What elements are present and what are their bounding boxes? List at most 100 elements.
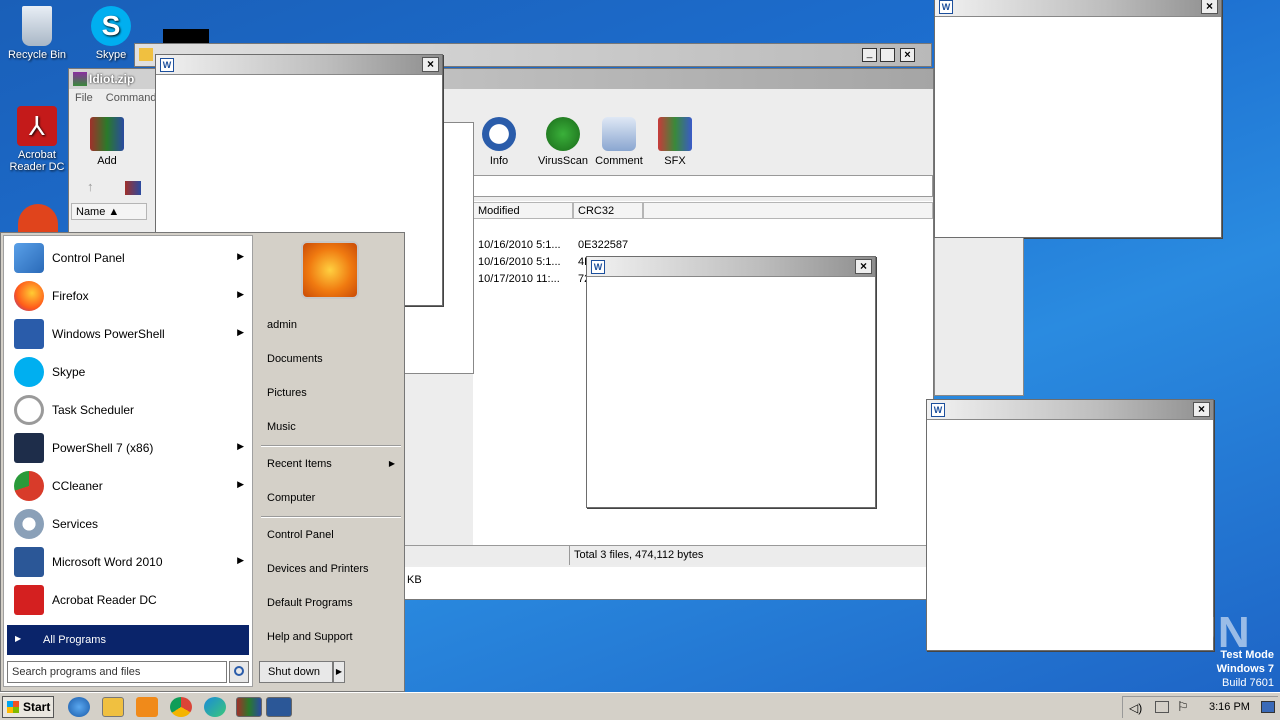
maximize-button[interactable] [880, 48, 895, 62]
user-avatar[interactable] [301, 241, 359, 299]
close-icon[interactable]: × [1193, 402, 1210, 417]
start-label: Start [23, 700, 51, 714]
column-name[interactable]: Name ▲ [71, 203, 147, 220]
show-desktop-icon[interactable] [1261, 701, 1275, 713]
sm-right-devices-printers[interactable]: Devices and Printers [267, 563, 401, 575]
chevron-right-icon: ▶ [237, 289, 244, 299]
sm-item-label: CCleaner [52, 479, 103, 493]
info-button[interactable]: Info [469, 117, 529, 167]
all-programs-label: All Programs [43, 634, 106, 646]
search-icon[interactable] [229, 661, 249, 683]
flag-icon[interactable]: ⚐ [1177, 699, 1189, 715]
row-3-modified[interactable]: 10/17/2010 11:... [478, 273, 560, 285]
virusscan-button[interactable]: VirusScan [533, 117, 593, 167]
status-bar: Total 3 files, 474,112 bytes [405, 545, 935, 565]
menu-file[interactable]: File [75, 92, 93, 104]
row-2-modified[interactable]: 10/16/2010 5:1... [478, 256, 561, 268]
sm-right-default-programs[interactable]: Default Programs [267, 597, 401, 609]
sfx-icon [658, 117, 692, 151]
column-crc32[interactable]: CRC32 [573, 202, 643, 219]
shutdown-button[interactable]: Shut down [259, 661, 333, 683]
media-player-taskbar-icon[interactable] [136, 697, 158, 717]
sm-right-admin[interactable]: admin [267, 319, 401, 331]
sm-right-documents[interactable]: Documents [267, 353, 401, 365]
path-bar[interactable] [453, 175, 933, 197]
up-arrow-icon[interactable]: ↑ [87, 179, 94, 194]
close-icon[interactable]: × [422, 57, 439, 72]
close-icon[interactable]: × [900, 48, 915, 62]
row-1-crc[interactable]: 0E322587 [578, 239, 628, 251]
sm-item-firefox[interactable]: Firefox ▶ [10, 278, 250, 314]
sm-right-recent-items[interactable]: Recent Items ▶ [267, 458, 401, 470]
start-search-input[interactable]: Search programs and files [7, 661, 227, 683]
ie-taskbar-icon[interactable] [68, 697, 90, 717]
sm-item-acrobat[interactable]: Acrobat Reader DC [10, 582, 250, 618]
sm-item-skype[interactable]: Skype [10, 354, 250, 390]
close-icon[interactable]: × [1201, 0, 1218, 14]
comment-button[interactable]: Comment [589, 117, 649, 167]
sfx-button[interactable]: SFX [645, 117, 705, 167]
clock[interactable]: 3:16 PM [1209, 701, 1250, 713]
recycle-bin-icon [22, 6, 52, 46]
sm-item-powershell-7[interactable]: PowerShell 7 (x86) ▶ [10, 430, 250, 466]
separator [261, 445, 401, 447]
speaker-icon[interactable]: ◁) [1129, 701, 1142, 715]
sm-item-word[interactable]: Microsoft Word 2010 ▶ [10, 544, 250, 580]
popup-titlebar[interactable]: W × [927, 400, 1213, 420]
sm-right-music[interactable]: Music [267, 421, 401, 433]
popup-titlebar[interactable]: W × [156, 55, 442, 75]
acrobat-label: Acrobat Reader DC [9, 149, 65, 173]
row-1-modified[interactable]: 10/16/2010 5:1... [478, 239, 561, 251]
chevron-right-icon: ▶ [15, 634, 22, 643]
sm-right-computer[interactable]: Computer [267, 492, 401, 504]
info-label: Info [489, 155, 509, 167]
shutdown-options-button[interactable]: ▶ [333, 661, 345, 683]
taskbar: Start ◁) ⚐ 3:16 PM [0, 692, 1280, 720]
word-doc-icon: W [160, 58, 174, 72]
sm-item-label: Services [52, 517, 99, 531]
all-programs-button[interactable]: ▶ All Programs [7, 625, 249, 655]
start-menu-programs: Control Panel ▶ Firefox ▶ Windows PowerS… [3, 235, 253, 687]
start-button[interactable]: Start [2, 696, 54, 718]
sm-item-services[interactable]: Services [10, 506, 250, 542]
test-mode-line: Windows 7 [1216, 663, 1274, 675]
popup-titlebar[interactable]: W × [935, 0, 1221, 17]
sm-item-control-panel[interactable]: Control Panel ▶ [10, 240, 250, 276]
chrome-taskbar-icon[interactable] [170, 697, 192, 717]
acrobat-icon: ⅄ [17, 106, 57, 146]
skype-label: Skype [95, 49, 127, 61]
test-mode-line: Build 7601 [1222, 677, 1274, 689]
start-menu: Control Panel ▶ Firefox ▶ Windows PowerS… [0, 232, 405, 692]
chevron-right-icon: ▶ [237, 555, 244, 565]
winrar-icon [73, 72, 87, 86]
popup-titlebar[interactable]: W × [587, 257, 875, 277]
network-icon[interactable] [1155, 701, 1169, 713]
explorer-taskbar-icon[interactable] [102, 697, 124, 717]
acrobat-icon [14, 585, 44, 615]
sm-right-control-panel[interactable]: Control Panel [267, 529, 401, 541]
sm-item-label: Acrobat Reader DC [52, 593, 157, 607]
ccleaner-desktop-icon[interactable] [18, 204, 58, 234]
sm-item-windows-powershell[interactable]: Windows PowerShell ▶ [10, 316, 250, 352]
black-box [163, 29, 209, 43]
powershell-icon [14, 319, 44, 349]
winrar-taskbar-icon[interactable] [236, 697, 262, 717]
sm-item-ccleaner[interactable]: CCleaner ▶ [10, 468, 250, 504]
add-label: Add [97, 155, 117, 167]
recycle-bin-desktop-icon[interactable]: Recycle Bin [0, 6, 74, 61]
acrobat-desktop-icon[interactable]: ⅄ Acrobat Reader DC [0, 106, 74, 173]
edge-taskbar-icon[interactable] [204, 697, 226, 717]
close-icon[interactable]: × [855, 259, 872, 274]
word-taskbar-icon[interactable] [266, 697, 292, 717]
sm-right-help-support[interactable]: Help and Support [267, 631, 401, 643]
menu-commands[interactable]: Commands [106, 92, 162, 104]
sm-right-pictures[interactable]: Pictures [267, 387, 401, 399]
word-doc-icon: W [931, 403, 945, 417]
minimize-button[interactable]: _ [862, 48, 877, 62]
sm-item-task-scheduler[interactable]: Task Scheduler [10, 392, 250, 428]
column-modified[interactable]: Modified [473, 202, 573, 219]
add-button[interactable]: Add [77, 117, 137, 167]
popup-window-3: W × [586, 256, 876, 508]
test-mode-text: Test Mode Windows 7 Build 7601 [1217, 648, 1274, 690]
chevron-right-icon: ▶ [237, 327, 244, 337]
